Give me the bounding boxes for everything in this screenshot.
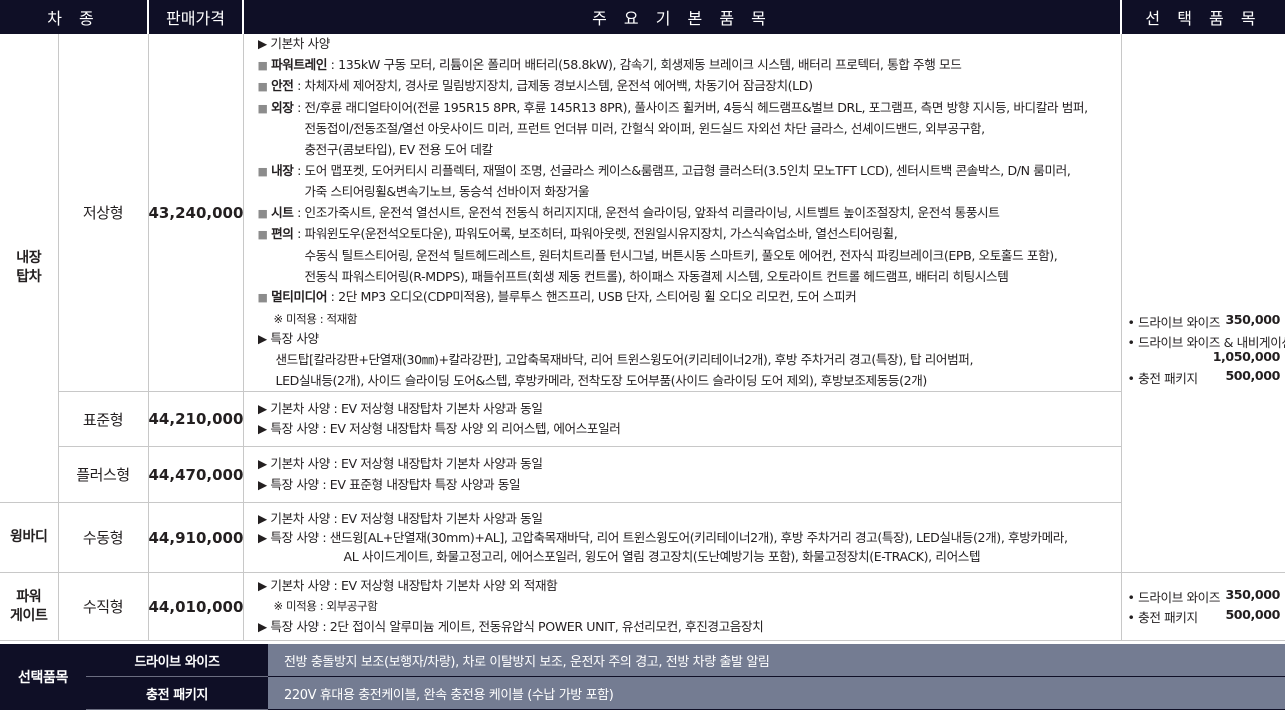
feature-list: ▶ 기본차 사양 : EV 저상형 내장탑차 기본차 사양과 동일 ▶ 특장 사… xyxy=(242,391,1121,448)
feature-list: ▶ 기본차 사양 : EV 저상형 내장탑차 기본차 사양과 동일 ▶ 특장 사… xyxy=(242,446,1121,504)
feature-line: 충전구(콤보타입), EV 전용 도어 데칼 xyxy=(304,141,494,157)
trim-name: 수직형 xyxy=(57,572,148,642)
feature-line: LED실내등(2개), 사이드 슬라이딩 도어&스텝, 후방카메라, 전착도장 … xyxy=(275,372,928,388)
feature-line: ■ 외장 : 전/후륜 래디얼타이어(전륜 195R15 8PR, 후륜 145… xyxy=(257,99,1089,115)
option-name: 충전 패키지 xyxy=(86,677,268,710)
feature-line: 가죽 스티어링휠&변속기노브, 동승석 선바이저 화장거울 xyxy=(304,184,590,200)
feature-line: 전동접이/전동조절/열선 아웃사이드 미러, 프런트 언더뷰 미러, 간헐식 와… xyxy=(304,121,986,137)
square-bullet-icon: ■ xyxy=(257,228,268,242)
header-features: 주 요 기 본 품 목 xyxy=(242,0,1121,34)
square-bullet-icon: ■ xyxy=(257,164,268,178)
square-bullet-icon: ■ xyxy=(257,101,268,115)
price-spec-table: 차 종 판매가격 주 요 기 본 품 목 선 택 품 목 내장 탑차 저상형 4… xyxy=(0,0,1285,642)
feature-line: ■ 내장 : 도어 맵포켓, 도어커티시 리플렉터, 재떨이 조명, 선글라스 … xyxy=(257,162,1071,178)
feature-line: ■ 멀티미디어 : 2단 MP3 오디오(CDP미적용), 블루투스 핸즈프리,… xyxy=(257,289,857,305)
special-spec-title: ▶ 특장 사양 xyxy=(257,331,320,347)
options-detail-row: 드라이브 와이즈 전방 충돌방지 보조(보행자/차량), 차로 이탈방지 보조,… xyxy=(86,644,1285,677)
group-label-wing-body: 윙바디 xyxy=(0,502,58,574)
price-spec-page: 차 종 판매가격 주 요 기 본 품 목 선 택 품 목 내장 탑차 저상형 4… xyxy=(0,0,1285,710)
option-description: 전방 충돌방지 보조(보행자/차량), 차로 이탈방지 보조, 운전자 주의 경… xyxy=(268,644,1285,677)
feature-list: ▶ 기본차 사양 : EV 저상형 내장탑차 기본차 사양과 동일 ▶ 특장 사… xyxy=(242,502,1121,574)
option-item: • 드라이브 와이즈 350,000 xyxy=(1127,586,1281,605)
special-spec-line: ▶ 특장 사양 : 2단 접이식 알루미늄 게이트, 전동유압식 POWER U… xyxy=(257,618,764,634)
header-options: 선 택 품 목 xyxy=(1120,0,1285,34)
options-cell: • 드라이브 와이즈 350,000 • 드라이브 와이즈 & 내비게이션 1,05… xyxy=(1120,34,1285,574)
header-model: 차 종 xyxy=(0,0,148,34)
option-item: • 충전 패키지 500,000 xyxy=(1127,368,1281,387)
not-applied-note: ※ 미적용 : 적재함 xyxy=(273,311,358,326)
group-label-power-gate: 파워 게이트 xyxy=(0,572,58,642)
basic-spec-line: ▶ 기본차 사양 : EV 저상형 내장탑차 기본차 사양과 동일 xyxy=(257,511,543,527)
feature-line: 샌드탑[칼라강판+단열재(30㎜)+칼라강판], 고압축목재바닥, 리어 트윈스… xyxy=(275,351,974,367)
basic-spec-line: ▶ 기본차 사양 : EV 저상형 내장탑차 기본차 사양 외 적재함 xyxy=(257,577,558,593)
special-spec-line: ▶ 특장 사양 : EV 저상형 내장탑차 특장 사양 외 리어스텝, 에어스포… xyxy=(257,421,621,437)
trim-name: 수동형 xyxy=(57,502,148,574)
table-row: 파워 게이트 수직형 44,010,000 ▶ 기본차 사양 : EV 저상형 … xyxy=(0,572,1285,642)
feature-line: 전동식 파워스티어링(R-MDPS), 패들쉬프트(회생 제동 컨트롤), 하이… xyxy=(304,268,1009,284)
options-detail-label: 선택품목 xyxy=(18,670,68,686)
square-bullet-icon: ■ xyxy=(257,58,268,72)
options-cell: • 드라이브 와이즈 350,000 • 충전 패키지 500,000 xyxy=(1120,572,1285,642)
table-row: 내장 탑차 저상형 43,240,000 ▶ 기본차 사양 ■ 파워트레인 : … xyxy=(0,34,1285,574)
feature-list: ▶ 기본차 사양 ■ 파워트레인 : 135kW 구동 모터, 리튬이온 폴리머… xyxy=(242,34,1121,393)
option-name: 드라이브 와이즈 xyxy=(86,644,268,677)
option-item: • 드라이브 와이즈 & 내비게이션 1,050,000 xyxy=(1127,335,1285,365)
basic-spec-line: ▶ 기본차 사양 : EV 저상형 내장탑차 기본차 사양과 동일 xyxy=(257,400,543,416)
header-price: 판매가격 xyxy=(147,0,243,34)
trim-name: 플러스형 xyxy=(57,446,148,504)
option-item: • 드라이브 와이즈 350,000 xyxy=(1127,312,1281,331)
table-row: 플러스형 44,470,000 ▶ 기본차 사양 : EV 저상형 내장탑차 기… xyxy=(0,446,1285,504)
feature-line: ■ 안전 : 차체자세 제어장치, 경사로 밀림방지장치, 급제동 경보시스템,… xyxy=(257,78,813,94)
table-row: 윙바디 수동형 44,910,000 ▶ 기본차 사양 : EV 저상형 내장탑… xyxy=(0,502,1285,574)
trim-name: 저상형 xyxy=(57,34,148,393)
feature-list: ▶ 기본차 사양 : EV 저상형 내장탑차 기본차 사양 외 적재함 ※ 미적… xyxy=(242,572,1121,642)
option-item: • 충전 패키지 500,000 xyxy=(1127,606,1281,625)
basic-spec-line: ▶ 기본차 사양 : EV 저상형 내장탑차 기본차 사양과 동일 xyxy=(257,456,543,471)
feature-line: ■ 시트 : 인조가죽시트, 운전석 열선시트, 운전석 전동식 허리지지대, … xyxy=(257,204,1000,220)
square-bullet-icon: ■ xyxy=(257,80,268,94)
special-spec-line: AL 사이드게이트, 화물고정고리, 에어스포일러, 윙도어 열림 경고장치(도… xyxy=(343,549,981,565)
options-detail-row: 충전 패키지 220V 휴대용 충전케이블, 완속 충전용 케이블 (수납 가방… xyxy=(86,677,1285,710)
feature-line: ■ 파워트레인 : 135kW 구동 모터, 리튬이온 폴리머 배터리(58.8… xyxy=(257,56,962,72)
feature-line: ■ 편의 : 파워윈도우(운전석오토다운), 파워도어록, 보조히터, 파워아웃… xyxy=(257,226,898,242)
feature-line: 수동식 틸트스티어링, 운전석 틸트헤드레스트, 원터치트리플 턴시그널, 버튼… xyxy=(304,247,1058,263)
group-label-insulated-van: 내장 탑차 xyxy=(0,34,58,504)
not-applied-note: ※ 미적용 : 외부공구함 xyxy=(273,599,378,614)
trim-price: 43,240,000 xyxy=(147,34,243,393)
trim-price: 44,210,000 xyxy=(147,391,243,448)
basic-spec-title: ▶ 기본차 사양 xyxy=(257,36,331,51)
trim-price: 44,910,000 xyxy=(147,502,243,574)
options-detail-bar: 선택품목 드라이브 와이즈 전방 충돌방지 보조(보행자/차량), 차로 이탈방… xyxy=(0,644,1285,710)
option-description: 220V 휴대용 충전케이블, 완속 충전용 케이블 (수납 가방 포함) xyxy=(268,677,1285,710)
special-spec-line: ▶ 특장 사양 : 샌드윙[AL+단열재(30mm)+AL], 고압축목재바닥,… xyxy=(257,530,1068,546)
table-header-row: 차 종 판매가격 주 요 기 본 품 목 선 택 품 목 xyxy=(0,0,1285,34)
special-spec-line: ▶ 특장 사양 : EV 표준형 내장탑차 특장 사양과 동일 xyxy=(257,476,521,492)
square-bullet-icon: ■ xyxy=(257,291,268,305)
trim-price: 44,010,000 xyxy=(147,572,243,642)
square-bullet-icon: ■ xyxy=(257,206,268,220)
trim-name: 표준형 xyxy=(57,391,148,448)
table-row: 표준형 44,210,000 ▶ 기본차 사양 : EV 저상형 내장탑차 기본… xyxy=(0,391,1285,448)
trim-price: 44,470,000 xyxy=(147,446,243,504)
